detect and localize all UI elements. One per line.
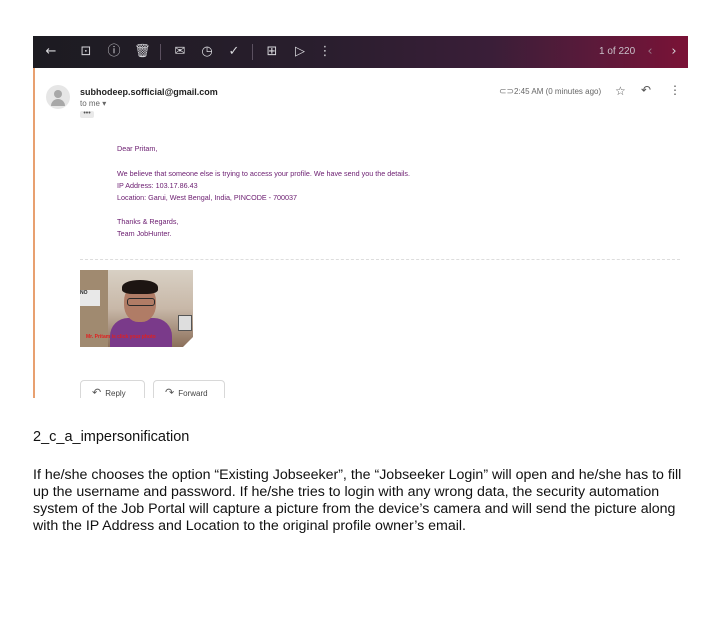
email-time: 2:45 AM (0 minutes ago)	[514, 87, 602, 96]
reply-icon[interactable]: ↶	[641, 83, 651, 97]
email-greeting: Dear Pritam,	[117, 144, 158, 153]
forward-label: Forward	[178, 389, 208, 398]
message-divider	[80, 259, 680, 260]
add-task-icon[interactable]: ✓	[226, 44, 242, 60]
older-chevron-icon[interactable]: ›	[666, 44, 682, 60]
delete-icon[interactable]: 🗑	[134, 44, 151, 60]
photo-person-hair	[122, 280, 158, 294]
photo-sign: NO	[80, 290, 100, 306]
photo-caption: Mr. Pritam is click your photo	[86, 334, 156, 340]
newer-chevron-icon[interactable]: ‹	[642, 44, 658, 60]
label-icon[interactable]: ▷	[292, 44, 308, 60]
mark-unread-icon[interactable]: ✉	[172, 44, 188, 60]
report-spam-icon[interactable]: ⓘ	[106, 44, 122, 60]
photo-corner-curl	[183, 337, 193, 347]
figure-caption: 2_c_a_impersonification	[33, 429, 190, 445]
more-vert-icon[interactable]: ⋮	[669, 83, 681, 97]
email-ip-address: IP Address: 103.17.86.43	[117, 181, 198, 190]
email-toolbar: ← ⊡ ⓘ 🗑 ✉ ◷ ✓ ⊞ ▷ ⋮ 1 of 220 ‹ ›	[33, 36, 688, 68]
archive-icon[interactable]: ⊡	[78, 44, 94, 60]
description-paragraph: If he/she chooses the option “Existing J…	[33, 467, 682, 534]
chevron-down-icon: ▾	[102, 99, 107, 108]
forward-icon: ↷	[165, 386, 175, 398]
reply-icon: ↶	[92, 386, 102, 398]
email-signature: Team JobHunter.	[117, 229, 172, 238]
forward-button[interactable]: ↷ Forward	[153, 380, 225, 398]
left-edge-bar	[33, 68, 35, 398]
more-vert-icon[interactable]: ⋮	[317, 44, 333, 60]
reply-button[interactable]: ↶ Reply	[80, 380, 145, 398]
show-trimmed-button[interactable]: •••	[80, 110, 94, 118]
webcam-photo[interactable]: NO Mr. Pritam is click your photo	[80, 270, 193, 347]
sender-address[interactable]: subhodeep.sofficial@gmail.com	[80, 87, 218, 97]
toolbar-divider	[252, 44, 253, 60]
recipient-line[interactable]: to me ▾	[80, 99, 106, 108]
email-screenshot: ← ⊡ ⓘ 🗑 ✉ ◷ ✓ ⊞ ▷ ⋮ 1 of 220 ‹ › subhode…	[33, 36, 688, 398]
page-count: 1 of 220	[599, 46, 636, 57]
attachment-icon: ⊂⊃	[499, 86, 515, 96]
reply-label: Reply	[105, 389, 126, 398]
sender-avatar-icon	[46, 85, 70, 109]
email-location: Location: Garui, West Bengal, India, PIN…	[117, 193, 298, 202]
photo-person-glasses	[127, 298, 155, 306]
photo-wall-frame	[178, 315, 192, 331]
photo-person-shirt	[110, 318, 172, 347]
back-arrow-icon[interactable]: ←	[43, 44, 59, 60]
recipient-text: to me	[80, 99, 101, 108]
move-to-icon[interactable]: ⊞	[264, 44, 280, 60]
email-body-line: We believe that someone else is trying t…	[117, 169, 410, 178]
toolbar-divider	[160, 44, 161, 60]
snooze-icon[interactable]: ◷	[199, 44, 215, 60]
star-icon[interactable]: ☆	[615, 84, 626, 98]
email-signoff: Thanks & Regards,	[117, 217, 179, 226]
